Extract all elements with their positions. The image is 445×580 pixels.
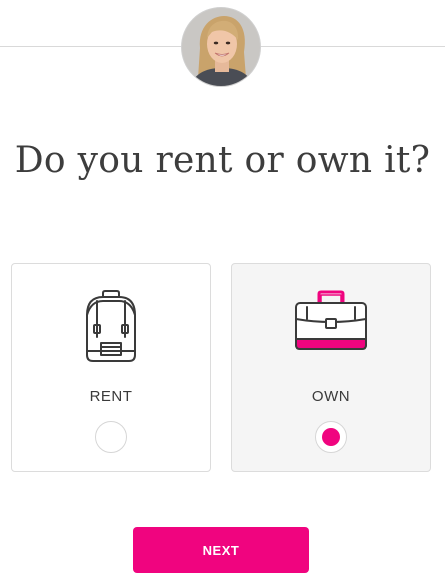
option-label-own: OWN [311, 388, 351, 405]
option-label-rent: RENT [89, 388, 133, 405]
next-button[interactable]: NEXT [133, 527, 309, 573]
avatar [181, 7, 261, 87]
radio-selected-dot [322, 428, 340, 446]
advisor-avatar-image [182, 8, 260, 86]
option-card-rent[interactable]: RENT [11, 263, 211, 472]
page-title: Do you rent or own it? [14, 140, 431, 181]
radio-rent[interactable] [95, 421, 127, 453]
option-card-own[interactable]: OWN [231, 263, 431, 472]
briefcase-icon [293, 289, 369, 358]
backpack-icon [81, 289, 141, 370]
radio-own[interactable] [315, 421, 347, 453]
